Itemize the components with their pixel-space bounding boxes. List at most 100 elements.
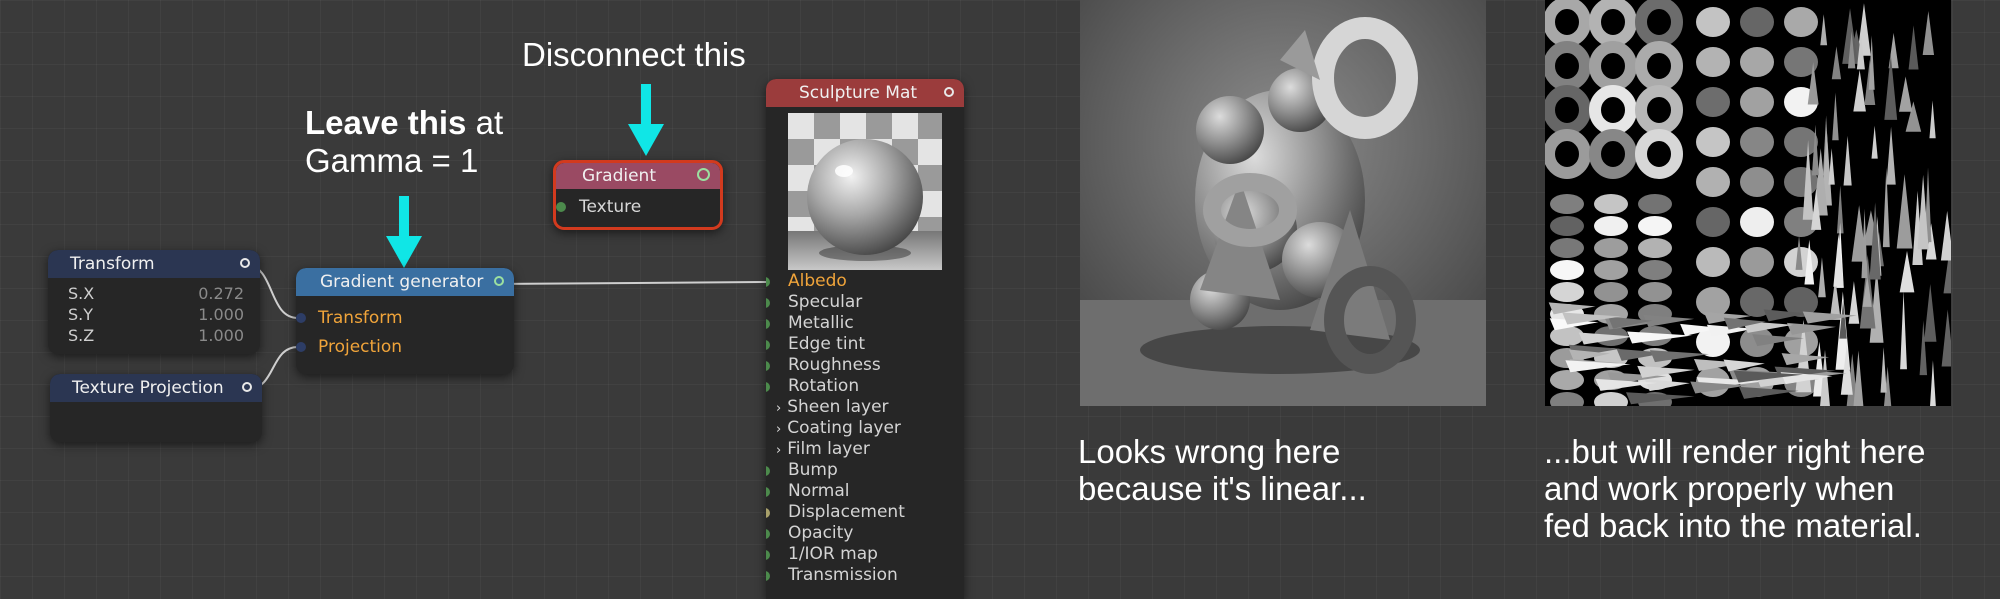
uv-island (1550, 238, 1584, 258)
input-socket[interactable] (766, 319, 770, 329)
uv-island (1550, 194, 1584, 214)
node-header[interactable]: Gradient generator (296, 268, 514, 296)
uv-island (1696, 87, 1730, 117)
node-header[interactable]: Gradient (556, 163, 720, 189)
transform-node[interactable]: Transform S.X 0.272 S.Y 1.000 S.Z 1.000 (48, 250, 260, 354)
port-albedo[interactable]: Albedo (766, 271, 964, 292)
node-title: Gradient generator (320, 272, 484, 292)
uv-island (1740, 7, 1774, 37)
arrow-down-icon (386, 196, 422, 268)
port-bump[interactable]: Bump (766, 460, 964, 481)
node-title: Sculpture Mat (798, 83, 918, 103)
port-opacity[interactable]: Opacity (766, 523, 964, 544)
port-coating-layer[interactable]: › Coating layer (766, 418, 964, 439)
port-text: Coating layer (787, 418, 901, 438)
input-socket[interactable] (766, 466, 770, 476)
port-transmission[interactable]: Transmission (766, 565, 964, 586)
uv-island (1594, 282, 1628, 302)
param-value[interactable]: 0.272 (198, 284, 244, 303)
output-socket[interactable] (944, 87, 954, 97)
output-socket[interactable] (242, 382, 252, 392)
port-text: Film layer (787, 439, 870, 459)
port-metallic[interactable]: Metallic (766, 313, 964, 334)
render-preview-image (1080, 0, 1486, 406)
port-displacement[interactable]: Displacement (766, 502, 964, 523)
output-socket[interactable] (240, 258, 250, 268)
port-normal[interactable]: Normal (766, 481, 964, 502)
gradient-generator-node[interactable]: Gradient generator Transform Projection (296, 268, 514, 374)
port-label: Metallic (788, 313, 854, 333)
texture-projection-node[interactable]: Texture Projection (50, 374, 262, 442)
input-socket[interactable] (766, 550, 770, 560)
input-socket[interactable] (766, 340, 770, 350)
input-socket[interactable] (766, 529, 770, 539)
uv-island (1740, 207, 1774, 237)
input-socket[interactable] (556, 202, 566, 212)
param-value[interactable]: 1.000 (198, 326, 244, 345)
node-header[interactable]: Sculpture Mat (766, 79, 964, 107)
sculpture-mat-node[interactable]: Sculpture Mat Albedo Specular Metallic E… (766, 79, 964, 599)
input-socket[interactable] (766, 277, 770, 287)
input-socket[interactable] (766, 382, 770, 392)
uv-island (1594, 238, 1628, 258)
output-socket[interactable] (697, 168, 710, 181)
uv-island (1696, 287, 1730, 317)
port-label: › Film layer (776, 439, 870, 459)
uv-island (1696, 247, 1730, 277)
param-label: S.Y (68, 305, 94, 324)
uv-island (1696, 7, 1730, 37)
port-text: Sheen layer (787, 397, 889, 417)
input-socket[interactable] (296, 313, 306, 323)
uv-island (1740, 247, 1774, 277)
chevron-right-icon[interactable]: › (776, 443, 781, 458)
uv-island (1740, 47, 1774, 77)
material-preview[interactable] (788, 113, 942, 270)
uv-island (1784, 7, 1818, 37)
gradient-node[interactable]: Gradient Texture (553, 160, 723, 230)
chevron-right-icon[interactable]: › (776, 401, 781, 416)
port-ior-map[interactable]: 1/IOR map (766, 544, 964, 565)
port-projection[interactable]: Projection (318, 337, 402, 357)
caption-line: fed back into the material. (1544, 507, 1922, 544)
caption-left: Looks wrong here because it's linear... (1078, 433, 1367, 507)
param-value[interactable]: 1.000 (198, 305, 244, 324)
uv-island (1740, 87, 1774, 117)
port-label: › Coating layer (776, 418, 901, 438)
input-socket[interactable] (766, 508, 770, 518)
port-transform[interactable]: Transform (318, 308, 403, 328)
uv-island (1638, 194, 1672, 214)
disconnect-annotation: Disconnect this (522, 36, 746, 73)
port-rotation[interactable]: Rotation (766, 376, 964, 397)
output-socket[interactable] (494, 276, 504, 286)
port-texture[interactable]: Texture (579, 197, 641, 217)
arrow-down-icon (628, 84, 664, 156)
port-specular[interactable]: Specular (766, 292, 964, 313)
chevron-right-icon[interactable]: › (776, 422, 781, 437)
input-socket[interactable] (766, 487, 770, 497)
port-label: 1/IOR map (788, 544, 878, 564)
uv-island (1696, 47, 1730, 77)
uv-island (1740, 127, 1774, 157)
port-film-layer[interactable]: › Film layer (766, 439, 964, 460)
uv-island (1784, 127, 1818, 157)
port-label: Specular (788, 292, 863, 312)
param-row[interactable]: S.Z 1.000 (68, 326, 244, 345)
port-label: Rotation (788, 376, 860, 396)
leave-bold: Leave this (305, 104, 467, 141)
port-edge-tint[interactable]: Edge tint (766, 334, 964, 355)
port-sheen-layer[interactable]: › Sheen layer (766, 397, 964, 418)
input-socket[interactable] (766, 298, 770, 308)
port-roughness[interactable]: Roughness (766, 355, 964, 376)
param-row[interactable]: S.Y 1.000 (68, 305, 244, 324)
caption-right: ...but will render right here and work p… (1544, 433, 1926, 544)
param-row[interactable]: S.X 0.272 (68, 284, 244, 303)
node-header[interactable]: Transform (48, 250, 260, 278)
uv-island (1550, 216, 1584, 236)
uv-island (1550, 282, 1584, 302)
port-label: Displacement (788, 502, 905, 522)
node-header[interactable]: Texture Projection (50, 374, 262, 402)
input-socket[interactable] (296, 342, 306, 352)
uv-island (1638, 216, 1672, 236)
input-socket[interactable] (766, 571, 770, 581)
input-socket[interactable] (766, 361, 770, 371)
